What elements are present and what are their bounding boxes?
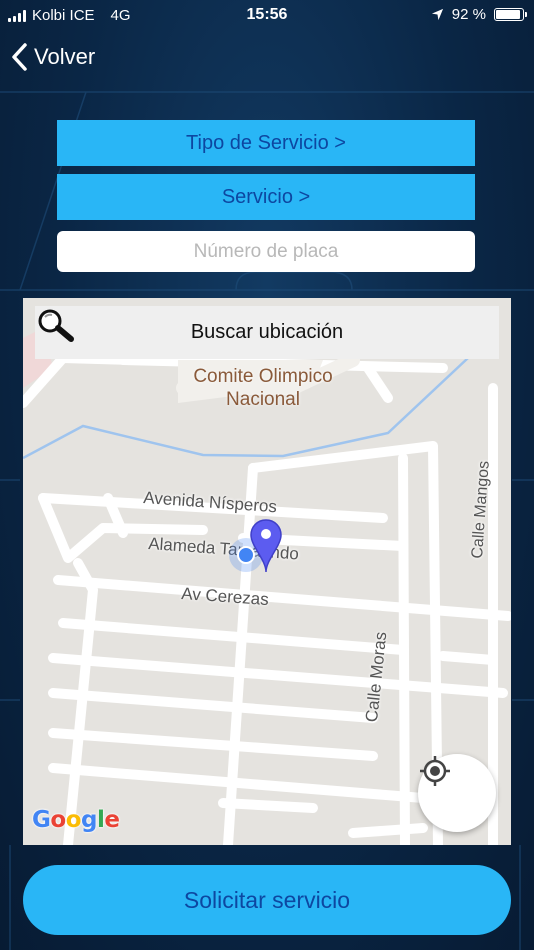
chevron-left-icon — [12, 43, 27, 71]
search-placeholder: Buscar ubicación — [190, 321, 344, 343]
status-bar: Kolbi ICE 4G 15:56 92 % — [0, 0, 534, 32]
map-view[interactable]: Comite Olimpico Nacional Avenida Níspero… — [23, 298, 511, 845]
plate-number-input[interactable] — [57, 231, 475, 272]
battery-percentage: 92 % — [451, 6, 486, 23]
my-location-icon — [420, 756, 450, 786]
request-service-button[interactable]: Solicitar servicio — [23, 865, 511, 935]
location-arrow-icon — [431, 8, 443, 21]
my-location-button[interactable] — [418, 754, 496, 832]
battery-level — [496, 10, 520, 19]
poi-label: Comite Olimpico Nacional — [153, 365, 373, 411]
battery-icon — [494, 8, 527, 21]
back-button[interactable]: Volver — [10, 42, 95, 72]
magnifier-icon — [38, 309, 74, 342]
poi-label-line2: Nacional — [226, 389, 300, 410]
map-pin-icon[interactable] — [249, 518, 283, 574]
poi-label-line1: Comite Olimpico — [193, 366, 333, 387]
service-button[interactable]: Servicio > — [57, 174, 475, 220]
location-search-bar[interactable]: Buscar ubicación — [35, 306, 499, 359]
status-right: 92 % — [431, 6, 527, 23]
back-label: Volver — [34, 44, 96, 69]
search-icon-container — [35, 306, 105, 359]
google-logo: Google — [32, 807, 120, 833]
service-type-button[interactable]: Tipo de Servicio > — [57, 120, 475, 166]
